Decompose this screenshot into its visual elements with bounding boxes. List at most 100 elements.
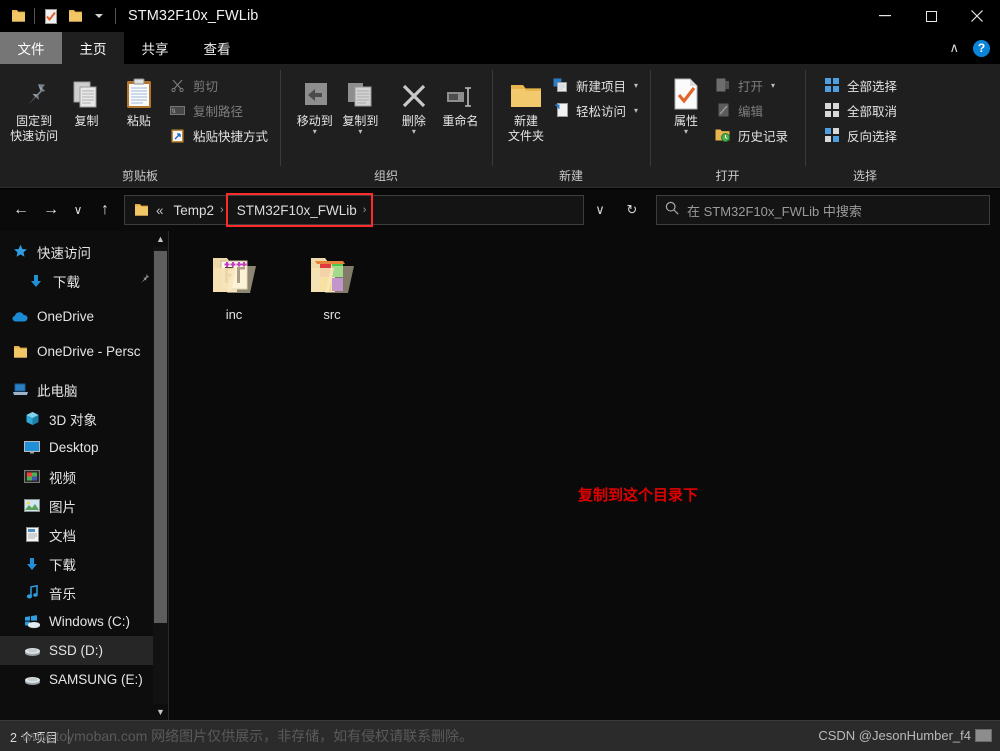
pin-to-quick-access-button[interactable]: 固定到 快速访问	[8, 70, 60, 144]
tab-file[interactable]: 文件	[0, 32, 62, 64]
minimize-button[interactable]	[862, 0, 908, 32]
tab-share[interactable]: 共享	[124, 32, 186, 64]
copy-button[interactable]: 复制	[60, 70, 112, 129]
search-input[interactable]: 在 STM32F10x_FWLib 中搜索	[656, 195, 990, 225]
select-none-button[interactable]: 全部取消	[819, 99, 901, 121]
sidebar-item-onedrive-personal[interactable]: OneDrive - Persc	[0, 337, 168, 366]
easy-access-caret-icon[interactable]: ▾	[634, 106, 638, 115]
sidebar-item-desktop[interactable]: Desktop	[0, 433, 168, 462]
up-button[interactable]: ↑	[90, 195, 120, 225]
open-caret-icon[interactable]: ▾	[771, 81, 775, 90]
move-to-caret-icon[interactable]: ▾	[313, 128, 317, 136]
scroll-up-icon[interactable]: ▲	[153, 231, 168, 247]
history-icon	[714, 128, 732, 142]
scrollbar-thumb[interactable]	[154, 251, 167, 623]
properties-caret-icon[interactable]: ▾	[684, 128, 688, 136]
scrollbar-track[interactable]	[153, 247, 168, 704]
rename-button[interactable]: 重命名	[437, 70, 484, 129]
list-item[interactable]: inc	[185, 239, 283, 322]
delete-button[interactable]: 删除 ▾	[391, 70, 437, 136]
select-all-button[interactable]: 全部选择	[819, 74, 901, 96]
scroll-down-icon[interactable]: ▼	[153, 704, 168, 720]
download-icon	[22, 557, 42, 571]
sidebar-item-music[interactable]: 音乐	[0, 578, 168, 607]
sidebar-item-ssd-d[interactable]: SSD (D:)	[0, 636, 168, 665]
history-button[interactable]: 历史记录	[710, 124, 792, 146]
paste-shortcut-button[interactable]: 粘贴快捷方式	[165, 124, 272, 146]
breadcrumb[interactable]: « Temp2 › STM32F10x_FWLib ›	[124, 193, 584, 227]
new-item-icon	[552, 78, 570, 92]
breadcrumb-chevron-icon-1[interactable]: ›	[219, 204, 225, 216]
copy-path-button[interactable]: \\ 复制路径	[165, 99, 272, 121]
invert-selection-icon	[823, 128, 841, 142]
paste-button[interactable]: 粘贴	[113, 70, 165, 129]
copy-to-caret-icon[interactable]: ▾	[358, 128, 362, 136]
paste-shortcut-icon	[169, 128, 187, 143]
title-bar: STM32F10x_FWLib	[0, 0, 1000, 32]
sidebar-item-downloads-quick[interactable]: 下载	[0, 266, 168, 295]
tab-home[interactable]: 主页	[62, 32, 124, 64]
edit-label: 编辑	[738, 104, 764, 119]
sidebar-item-label: 下载	[53, 274, 80, 290]
folder-src-icon	[308, 245, 356, 303]
sidebar-item-documents[interactable]: 文档	[0, 520, 168, 549]
forward-button[interactable]: →	[36, 195, 66, 225]
breadcrumb-overflow[interactable]: «	[151, 203, 169, 218]
open-button[interactable]: 打开 ▾	[710, 74, 792, 96]
address-dropdown-button[interactable]: ∨	[584, 196, 616, 224]
sidebar-item-windows-c[interactable]: Windows (C:)	[0, 607, 168, 636]
maximize-button[interactable]	[908, 0, 954, 32]
file-list-pane[interactable]: inc src 复制到这个目录下	[169, 231, 1000, 720]
breadcrumb-item-stm32f10x-fwlib[interactable]: STM32F10x_FWLib	[232, 203, 362, 218]
new-folder-icon[interactable]	[63, 4, 87, 28]
refresh-button[interactable]: ↻	[616, 196, 648, 224]
sidebar-item-downloads[interactable]: 下载	[0, 549, 168, 578]
edit-button[interactable]: 编辑	[710, 99, 792, 121]
properties-button[interactable]: 属性 ▾	[662, 70, 710, 136]
tab-view[interactable]: 查看	[186, 32, 248, 64]
collapse-ribbon-icon[interactable]: ∧	[941, 40, 967, 56]
sidebar-item-videos[interactable]: 视频	[0, 462, 168, 491]
item-count: 2 个项目	[10, 730, 58, 745]
sidebar-item-label: OneDrive - Persc	[37, 344, 141, 359]
cut-button[interactable]: 剪切	[165, 74, 272, 96]
invert-selection-button[interactable]: 反向选择	[819, 124, 901, 146]
select-all-label: 全部选择	[847, 79, 898, 94]
easy-access-button[interactable]: 轻松访问 ▾	[548, 99, 642, 121]
help-icon[interactable]: ?	[973, 39, 990, 57]
sidebar-item-this-pc[interactable]: 此电脑	[0, 375, 168, 404]
new-item-button[interactable]: 新建项目 ▾	[548, 74, 642, 96]
properties-icon[interactable]	[39, 4, 63, 28]
sidebar-item-onedrive[interactable]: OneDrive	[0, 302, 168, 331]
pin-icon[interactable]	[138, 273, 150, 288]
new-item-caret-icon[interactable]: ▾	[634, 81, 638, 90]
video-icon	[22, 470, 42, 483]
move-to-button[interactable]: 移动到 ▾	[292, 70, 338, 136]
breadcrumb-item-current-highlight[interactable]: STM32F10x_FWLib ›	[225, 193, 374, 227]
new-folder-button[interactable]: 新建 文件夹	[504, 70, 548, 144]
breadcrumb-chevron-icon-2[interactable]: ›	[362, 204, 368, 216]
properties-icon	[672, 74, 700, 110]
list-item[interactable]: src	[283, 239, 381, 322]
pc-icon	[10, 383, 30, 396]
edit-icon	[714, 103, 732, 117]
sidebar-item-quick-access[interactable]: 快速访问	[0, 237, 168, 266]
sidebar-item-samsung-e[interactable]: SAMSUNG (E:)	[0, 665, 168, 694]
recent-locations-button[interactable]: ∨	[66, 195, 90, 225]
easy-access-icon	[552, 103, 570, 117]
invert-selection-label: 反向选择	[847, 129, 898, 144]
navigation-scrollbar[interactable]: ▲ ▼	[153, 231, 168, 720]
delete-caret-icon[interactable]: ▾	[412, 128, 416, 136]
sidebar-item-3d-objects[interactable]: 3D 对象	[0, 404, 168, 433]
breadcrumb-item-temp2[interactable]: Temp2	[169, 203, 220, 218]
back-button[interactable]: ←	[6, 195, 36, 225]
ribbon-group-open: 属性 ▾ 打开 ▾ 编辑 历史记录 打开	[650, 64, 805, 188]
sidebar-item-pictures[interactable]: 图片	[0, 491, 168, 520]
folder-icon[interactable]	[6, 4, 30, 28]
csdn-watermark-text: CSDN @JesonHumber_f4	[818, 728, 971, 743]
search-icon	[665, 201, 679, 220]
chevron-down-icon[interactable]	[87, 4, 111, 28]
close-button[interactable]	[954, 0, 1000, 32]
copy-to-button[interactable]: 复制到 ▾	[338, 70, 384, 136]
sidebar-item-label: 3D 对象	[49, 412, 98, 428]
